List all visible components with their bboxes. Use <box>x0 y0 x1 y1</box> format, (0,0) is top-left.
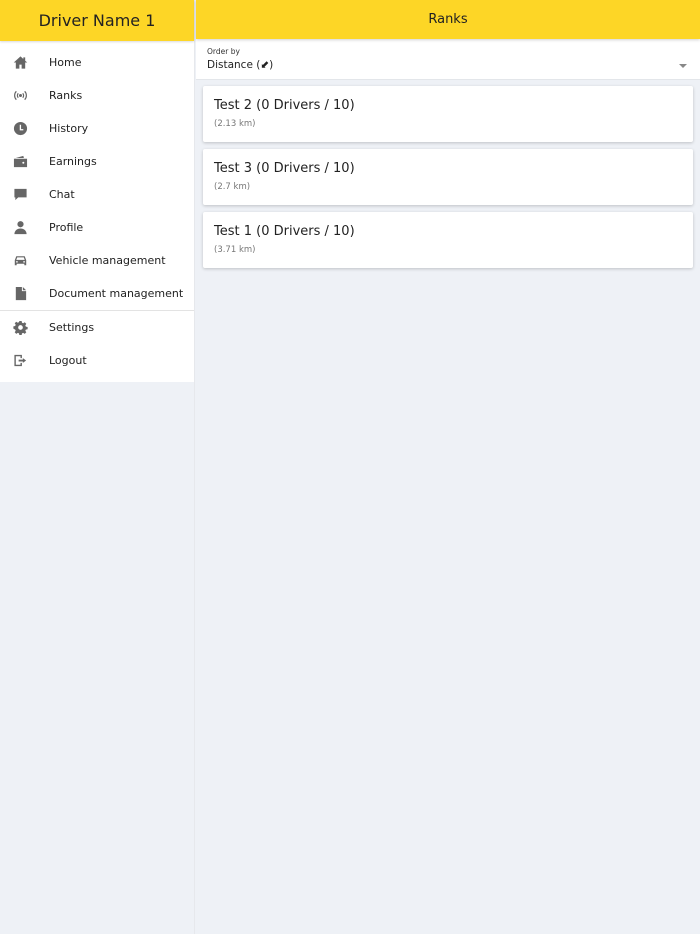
order-by-value: Distance (⬋) <box>207 59 274 71</box>
rank-title: Test 1 (0 Drivers / 10) <box>214 224 355 239</box>
sidebar-item-vehicle-management[interactable]: Vehicle management <box>0 244 194 277</box>
wallet-icon <box>12 154 28 170</box>
logout-icon <box>12 353 28 369</box>
driver-name: Driver Name 1 <box>0 0 194 41</box>
car-icon <box>12 253 28 269</box>
rank-distance: (2.13 km) <box>214 119 256 129</box>
rank-card[interactable]: Test 3 (0 Drivers / 10) (2.7 km) <box>203 149 693 205</box>
document-icon <box>12 286 28 302</box>
sidebar-item-earnings[interactable]: Earnings <box>0 145 194 178</box>
sidebar: Driver Name 1 Home Ranks History Earning… <box>0 0 195 934</box>
sidebar-item-chat[interactable]: Chat <box>0 178 194 211</box>
rank-card[interactable]: Test 2 (0 Drivers / 10) (2.13 km) <box>203 86 693 142</box>
rank-list: Test 2 (0 Drivers / 10) (2.13 km) Test 3… <box>196 80 700 268</box>
sidebar-item-logout[interactable]: Logout <box>0 344 194 377</box>
dropdown-arrow-icon <box>679 64 687 68</box>
rank-title: Test 3 (0 Drivers / 10) <box>214 161 355 176</box>
order-by-select[interactable]: Order by Distance (⬋) <box>196 39 700 80</box>
sidebar-item-history[interactable]: History <box>0 112 194 145</box>
order-by-label: Order by <box>207 47 240 56</box>
sidebar-item-home[interactable]: Home <box>0 46 194 79</box>
sidebar-item-label: Earnings <box>49 155 97 168</box>
sidebar-item-ranks[interactable]: Ranks <box>0 79 194 112</box>
sidebar-item-label: Document management <box>49 287 184 300</box>
sidebar-menu: Home Ranks History Earnings Chat Profile… <box>0 41 194 382</box>
home-icon <box>12 55 28 71</box>
sidebar-item-label: Settings <box>49 321 95 334</box>
rank-distance: (3.71 km) <box>214 245 256 255</box>
gear-icon <box>12 320 28 336</box>
menu-spacer <box>0 377 194 382</box>
main-content: Ranks Order by Distance (⬋) Test 2 (0 Dr… <box>196 0 700 934</box>
app: Driver Name 1 Home Ranks History Earning… <box>0 0 700 934</box>
sidebar-item-label: Home <box>49 56 82 69</box>
clock-icon <box>12 121 28 137</box>
chat-bubble-icon <box>12 187 28 203</box>
rank-title: Test 2 (0 Drivers / 10) <box>214 98 355 113</box>
sidebar-item-label: Logout <box>49 354 87 367</box>
rank-distance: (2.7 km) <box>214 182 251 192</box>
sidebar-item-settings[interactable]: Settings <box>0 311 194 344</box>
page-title: Ranks <box>196 0 700 39</box>
broadcast-icon <box>12 88 28 104</box>
sidebar-item-document-management[interactable]: Document management <box>0 277 194 310</box>
rank-card[interactable]: Test 1 (0 Drivers / 10) (3.71 km) <box>203 212 693 268</box>
sidebar-item-label: Chat <box>49 188 75 201</box>
person-icon <box>12 220 28 236</box>
sidebar-item-profile[interactable]: Profile <box>0 211 194 244</box>
sidebar-item-label: Profile <box>49 221 84 234</box>
sidebar-item-label: Vehicle management <box>49 254 166 267</box>
sidebar-item-label: History <box>49 122 89 135</box>
sidebar-item-label: Ranks <box>49 89 83 102</box>
